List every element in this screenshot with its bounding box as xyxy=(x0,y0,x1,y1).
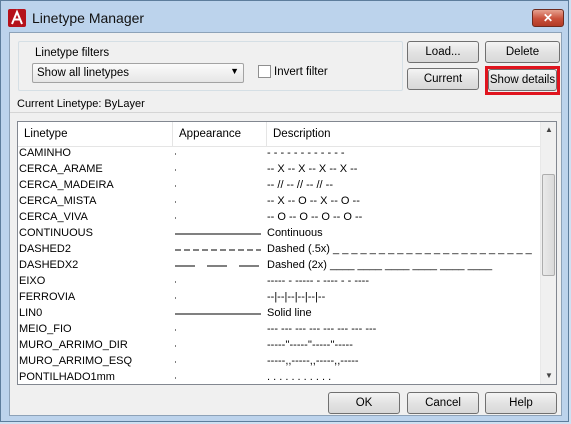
linetype-description: Solid line xyxy=(267,307,312,319)
linetype-name: EIXO xyxy=(19,275,46,287)
linetype-appearance xyxy=(173,178,265,194)
linetype-appearance xyxy=(173,242,265,258)
list-header: Linetype Appearance Description xyxy=(18,122,540,147)
help-button[interactable]: Help xyxy=(485,392,557,414)
linetype-name: CERCA_VIVA xyxy=(19,211,88,223)
table-row[interactable]: MURO_ARRIMO_ESQ -----,,-----,,-----,,----… xyxy=(18,354,540,370)
linetype-appearance xyxy=(173,354,265,370)
current-button[interactable]: Current xyxy=(407,68,479,90)
linetype-description: -- O -- O -- O -- O -- xyxy=(267,211,363,223)
linetype-appearance xyxy=(173,274,265,290)
linetype-description: . . . . . . . . . . . xyxy=(267,371,332,383)
table-row[interactable]: CERCA_MISTA -- X -- O -- X -- O -- xyxy=(18,194,540,210)
linetype-description: ----- - ----- - ---- - - ---- xyxy=(267,275,369,287)
linetype-description: -----,,-----,,-----,,----- xyxy=(267,355,359,367)
linetype-name: LIN0 xyxy=(19,307,43,319)
linetype-filter-value: Show all linetypes xyxy=(37,67,130,79)
linetype-appearance xyxy=(173,306,265,322)
table-row[interactable]: CAMINHO - - - - - - - - - - - - xyxy=(18,146,540,162)
linetype-description: --- --- --- --- --- --- --- --- xyxy=(267,323,377,335)
table-row[interactable]: CERCA_MADEIRA -- // -- // -- // -- xyxy=(18,178,540,194)
table-row[interactable]: DASHED2 Dashed (.5x) _ _ _ _ _ _ _ _ _ _ … xyxy=(18,242,540,258)
linetype-description: Dashed (.5x) _ _ _ _ _ _ _ _ _ _ _ _ _ _… xyxy=(267,243,532,255)
linetype-name: CERCA_ARAME xyxy=(19,163,103,175)
table-row[interactable]: DASHEDX2 Dashed (2x) ____ ____ ____ ____ … xyxy=(18,258,540,274)
linetype-rows: CAMINHO - - - - - - - - - - - - CERCA_ARAM… xyxy=(18,146,540,384)
linetype-filters-group: Linetype filters Show all linetypes ▼ In… xyxy=(18,41,403,91)
delete-button[interactable]: Delete xyxy=(485,41,560,63)
linetype-filters-label: Linetype filters xyxy=(33,47,112,59)
linetype-name: PONTILHADO1mm xyxy=(19,371,115,383)
invert-filter-checkbox[interactable] xyxy=(258,65,271,78)
table-row[interactable]: MURO_ARRIMO_DIR -----''-----''-----''----… xyxy=(18,338,540,354)
linetype-name: FERROVIA xyxy=(19,291,76,303)
linetype-name: CAMINHO xyxy=(19,147,71,159)
arrow-up-icon[interactable]: ▲ xyxy=(541,122,556,138)
linetype-appearance xyxy=(173,370,265,384)
linetype-appearance xyxy=(173,162,265,178)
linetype-appearance xyxy=(173,210,265,226)
column-header-appearance[interactable]: Appearance xyxy=(173,122,267,146)
vertical-scrollbar[interactable]: ▲ ▼ xyxy=(540,122,556,384)
linetype-name: MURO_ARRIMO_ESQ xyxy=(19,355,133,367)
linetype-name: DASHEDX2 xyxy=(19,259,79,271)
linetype-description: - - - - - - - - - - - - xyxy=(267,147,345,159)
autocad-logo-icon xyxy=(8,9,26,27)
table-row[interactable]: EIXO ----- - ----- - ---- - - ---- xyxy=(18,274,540,290)
linetype-description: -- X -- O -- X -- O -- xyxy=(267,195,360,207)
close-button[interactable]: ✕ xyxy=(532,9,564,27)
linetype-appearance xyxy=(173,322,265,338)
linetype-appearance xyxy=(173,226,265,242)
table-row[interactable]: CERCA_ARAME -- X -- X -- X -- X -- xyxy=(18,162,540,178)
divider xyxy=(10,112,561,113)
table-row[interactable]: LIN0 Solid line xyxy=(18,306,540,322)
load-button[interactable]: Load... xyxy=(407,41,479,63)
linetype-name: CERCA_MADEIRA xyxy=(19,179,114,191)
table-row[interactable]: MEIO_FIO --- --- --- --- --- --- --- --- xyxy=(18,322,540,338)
cancel-button[interactable]: Cancel xyxy=(407,392,479,414)
column-header-description[interactable]: Description xyxy=(267,122,540,146)
table-row[interactable]: PONTILHADO1mm . . . . . . . . . . . xyxy=(18,370,540,384)
dialog-body: Linetype filters Show all linetypes ▼ In… xyxy=(9,32,562,416)
chevron-down-icon: ▼ xyxy=(230,66,239,76)
linetype-description: Continuous xyxy=(267,227,323,239)
linetype-manager-window: Linetype Manager ✕ Linetype filters Show… xyxy=(0,0,569,422)
linetype-filter-dropdown[interactable]: Show all linetypes ▼ xyxy=(32,63,244,83)
title-bar[interactable]: Linetype Manager ✕ xyxy=(1,1,568,35)
ok-button[interactable]: OK xyxy=(328,392,400,414)
linetype-description: -- // -- // -- // -- xyxy=(267,179,333,191)
linetype-description: -- X -- X -- X -- X -- xyxy=(267,163,358,175)
linetype-description: -----''-----''-----''----- xyxy=(267,339,353,351)
linetype-description: --|--|--|--|--|-- xyxy=(267,291,326,303)
linetype-name: DASHED2 xyxy=(19,243,71,255)
linetype-name: MURO_ARRIMO_DIR xyxy=(19,339,128,351)
linetype-list[interactable]: Linetype Appearance Description CAMINHO -… xyxy=(17,121,557,385)
linetype-name: MEIO_FIO xyxy=(19,323,72,335)
invert-filter-label[interactable]: Invert filter xyxy=(274,66,328,78)
linetype-appearance xyxy=(173,194,265,210)
linetype-appearance xyxy=(173,258,265,274)
arrow-down-icon[interactable]: ▼ xyxy=(541,368,556,384)
linetype-appearance xyxy=(173,146,265,162)
current-linetype-label: Current Linetype: ByLayer xyxy=(17,98,145,110)
linetype-name: CERCA_MISTA xyxy=(19,195,97,207)
table-row[interactable]: CONTINUOUS Continuous xyxy=(18,226,540,242)
show-details-highlight xyxy=(485,66,560,95)
window-title: Linetype Manager xyxy=(32,10,145,26)
column-header-linetype[interactable]: Linetype xyxy=(18,122,173,146)
table-row[interactable]: FERROVIA --|--|--|--|--|-- xyxy=(18,290,540,306)
table-row[interactable]: CERCA_VIVA -- O -- O -- O -- O -- xyxy=(18,210,540,226)
linetype-name: CONTINUOUS xyxy=(19,227,93,239)
linetype-description: Dashed (2x) ____ ____ ____ ____ ____ ___… xyxy=(267,259,493,271)
linetype-appearance xyxy=(173,290,265,306)
linetype-appearance xyxy=(173,338,265,354)
scrollbar-thumb[interactable] xyxy=(542,174,555,276)
